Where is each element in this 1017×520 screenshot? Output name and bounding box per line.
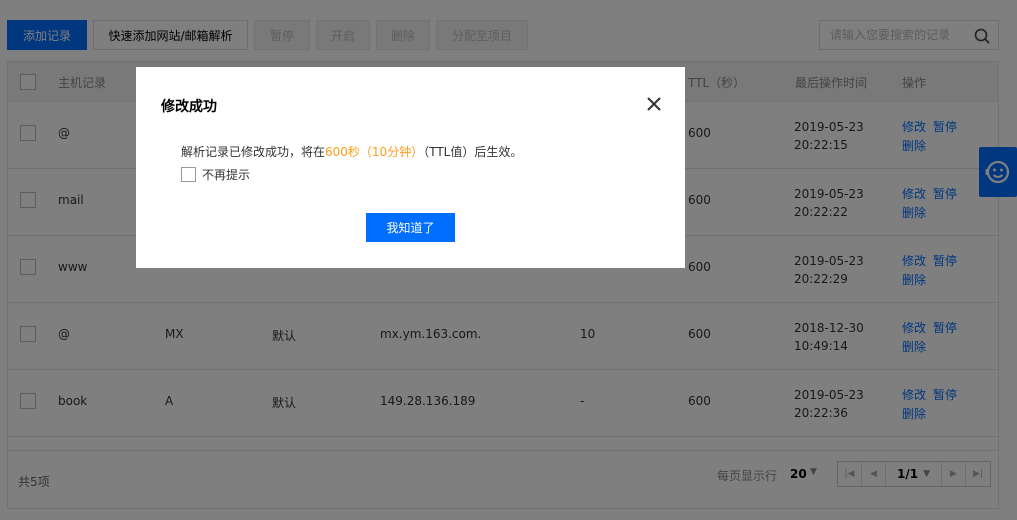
dont-show-again[interactable]: 不再提示 [181, 166, 250, 183]
dialog-title: 修改成功 [161, 99, 217, 115]
dont-show-label: 不再提示 [202, 168, 251, 182]
confirm-button[interactable]: 我知道了 [366, 213, 455, 242]
dialog-message: 解析记录已修改成功，将在600秒（10分钟）（TTL值）后生效。 [181, 143, 522, 160]
success-dialog: 修改成功 解析记录已修改成功，将在600秒（10分钟）（TTL值）后生效。 不再… [136, 67, 685, 268]
ttl-highlight: 600秒（10分钟） [325, 145, 424, 159]
message-text: 解析记录已修改成功，将在 [181, 145, 326, 159]
close-icon[interactable] [646, 96, 662, 112]
dont-show-checkbox[interactable] [181, 167, 196, 182]
message-suffix: （TTL值）后生效。 [423, 145, 523, 159]
